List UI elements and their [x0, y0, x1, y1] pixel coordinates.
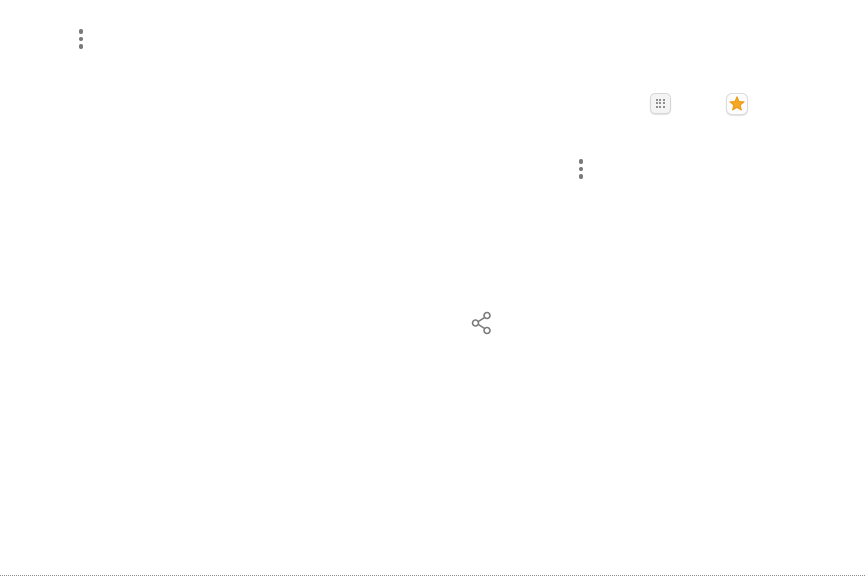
more-options-icon: [577, 159, 585, 179]
more-options-icon: [77, 29, 85, 49]
bottom-divider: [0, 575, 865, 576]
kebab-dot: [78, 29, 84, 34]
kebab-dot: [78, 44, 84, 49]
share-icon: [471, 311, 491, 335]
apps-icon: [650, 93, 671, 114]
kebab-dot: [578, 159, 584, 164]
star-icon: [726, 93, 748, 115]
kebab-dot: [578, 174, 584, 179]
star-glyph: [729, 96, 745, 111]
kebab-dot: [578, 166, 584, 172]
kebab-dot: [78, 36, 84, 42]
apps-grid: [655, 98, 666, 109]
